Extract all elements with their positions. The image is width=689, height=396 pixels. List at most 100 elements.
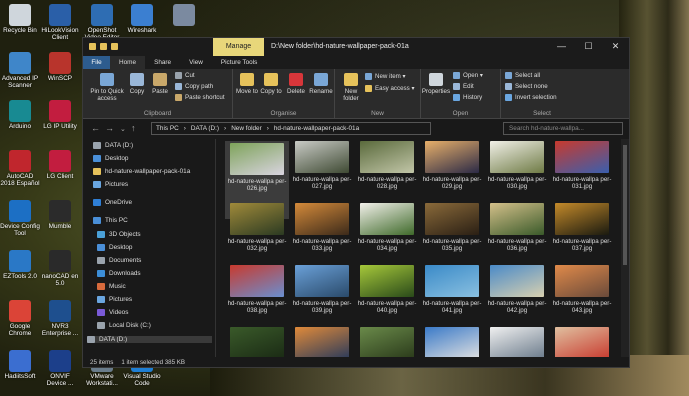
new-item-button[interactable]: New item ▾ (365, 73, 406, 80)
desktop-icon[interactable]: nanoCAD en 5.0 (40, 250, 80, 288)
sidebar-item[interactable]: Documents (97, 257, 141, 264)
address-bar[interactable]: This PC › DATA (D:) › New folder › hd-natur… (151, 122, 431, 135)
sidebar-item[interactable]: hd-nature-wallpaper-pack-01a (93, 168, 190, 175)
properties-icon[interactable] (100, 43, 107, 50)
new-folder-icon[interactable] (111, 43, 118, 50)
file-thumbnail[interactable]: hd-nature-wallpa per-038.jpg (225, 265, 289, 314)
close-button[interactable]: ✕ (602, 38, 629, 56)
new-folder-button[interactable]: New folder (339, 73, 363, 102)
file-thumbnail[interactable] (550, 327, 614, 359)
minimize-button[interactable]: — (548, 38, 575, 56)
maximize-button[interactable]: ☐ (575, 38, 602, 56)
back-arrow-icon[interactable]: ← (91, 123, 100, 133)
properties-button[interactable]: Properties (421, 73, 451, 95)
file-thumbnail[interactable] (290, 327, 354, 359)
desktop-icon[interactable]: LG Client (40, 150, 80, 180)
desktop-icon[interactable]: Device Config Tool (0, 200, 40, 238)
breadcrumb-data-d[interactable]: DATA (D:) (191, 125, 219, 132)
tab-view[interactable]: View (180, 56, 212, 69)
desktop-icon[interactable] (164, 4, 204, 27)
history-button[interactable]: History (453, 94, 482, 101)
file-thumbnail[interactable]: hd-nature-wallpa per-034.jpg (355, 203, 419, 252)
desktop-icon[interactable]: HadiitsSoft (0, 350, 40, 380)
move-to-button[interactable]: Move to (235, 73, 259, 95)
desktop-icon[interactable]: WinSCP (40, 52, 80, 82)
file-thumbnail[interactable]: hd-nature-wallpa per-027.jpg (290, 141, 354, 190)
title-bar[interactable]: Manage D:\New folder\hd-nature-wallpaper… (83, 38, 629, 56)
sidebar-item[interactable]: OneDrive (93, 199, 132, 206)
search-input[interactable]: Search hd-nature-wallpa... (503, 122, 623, 135)
file-thumbnail[interactable] (355, 327, 419, 359)
file-thumbnail[interactable]: hd-nature-wallpa per-028.jpg (355, 141, 419, 190)
manage-contextual-tab[interactable]: Manage (213, 38, 264, 56)
file-thumbnail[interactable]: hd-nature-wallpa per-030.jpg (485, 141, 549, 190)
file-thumbnail[interactable]: hd-nature-wallpa per-031.jpg (550, 141, 614, 190)
copy-to-button[interactable]: Copy to (259, 73, 283, 95)
desktop-icon[interactable]: Google Chrome (0, 300, 40, 338)
tab-share[interactable]: Share (145, 56, 180, 69)
copy-button[interactable]: Copy (127, 73, 147, 95)
paste-shortcut-button[interactable]: Paste shortcut (175, 94, 225, 101)
desktop-icon[interactable]: Advanced IP Scanner (0, 52, 40, 90)
recent-chevron-icon[interactable]: ⌄ (120, 125, 126, 133)
desktop-icon[interactable]: Wireshark (122, 4, 162, 34)
tab-file[interactable]: File (83, 56, 110, 69)
file-thumbnail[interactable]: hd-nature-wallpa per-035.jpg (420, 203, 484, 252)
tab-home[interactable]: Home (110, 56, 146, 69)
sidebar-item[interactable]: Videos (97, 309, 128, 316)
sidebar-item[interactable]: DATA (D:) (93, 142, 133, 149)
sidebar-item[interactable]: Local Disk (C:) (97, 322, 151, 329)
pin-quick-access-button[interactable]: Pin to Quick access (87, 73, 127, 102)
file-thumbnail[interactable]: hd-nature-wallpa per-039.jpg (290, 265, 354, 314)
delete-button[interactable]: Delete (285, 73, 307, 95)
open-button[interactable]: Open ▾ (453, 72, 483, 79)
file-thumbnail[interactable]: hd-nature-wallpa per-040.jpg (355, 265, 419, 314)
file-thumbnail[interactable] (485, 327, 549, 359)
desktop-icon[interactable]: Recycle Bin (0, 4, 40, 34)
sidebar-item[interactable]: DATA (D:) (87, 336, 212, 343)
file-thumbnail[interactable]: hd-nature-wallpa per-037.jpg (550, 203, 614, 252)
breadcrumb-this-pc[interactable]: This PC (156, 125, 179, 132)
sidebar-item[interactable]: Desktop (93, 155, 128, 162)
up-arrow-icon[interactable]: ↑ (131, 123, 136, 133)
vertical-scrollbar[interactable] (621, 139, 629, 359)
file-thumbnail[interactable]: hd-nature-wallpa per-032.jpg (225, 203, 289, 252)
file-thumbnail[interactable]: hd-nature-wallpa per-033.jpg (290, 203, 354, 252)
select-none-button[interactable]: Select none (505, 83, 548, 90)
desktop-icon[interactable]: ONVIF Device ... (40, 350, 80, 388)
desktop-icon[interactable]: LG IP Utility (40, 100, 80, 130)
desktop-icon[interactable]: HiLookVision Client (40, 4, 80, 42)
tab-picture-tools[interactable]: Picture Tools (212, 56, 266, 69)
cut-button[interactable]: Cut (175, 72, 195, 79)
file-thumbnail[interactable]: hd-nature-wallpa per-042.jpg (485, 265, 549, 314)
select-all-button[interactable]: Select all (505, 72, 540, 79)
desktop-icon[interactable]: Mumble (40, 200, 80, 230)
sidebar-item[interactable]: Music (97, 283, 126, 290)
breadcrumb-new-folder[interactable]: New folder (231, 125, 262, 132)
sidebar-item[interactable]: Pictures (97, 296, 132, 303)
sidebar-item[interactable]: This PC (93, 217, 128, 224)
paste-button[interactable]: Paste (149, 73, 171, 95)
file-explorer-window[interactable]: Manage D:\New folder\hd-nature-wallpaper… (82, 37, 630, 368)
sidebar-item[interactable]: Desktop (97, 244, 132, 251)
sidebar-item[interactable]: 3D Objects (97, 231, 141, 238)
file-thumbnail[interactable] (225, 327, 289, 359)
invert-selection-button[interactable]: Invert selection (505, 94, 557, 101)
rename-button[interactable]: Rename (309, 73, 333, 95)
file-thumbnail[interactable]: hd-nature-wallpa per-036.jpg (485, 203, 549, 252)
sidebar-item[interactable]: Pictures (93, 181, 128, 188)
desktop-icon[interactable]: AutoCAD 2018 Español (0, 150, 40, 188)
forward-arrow-icon[interactable]: → (105, 123, 114, 133)
copy-path-button[interactable]: Copy path (175, 83, 213, 90)
file-thumbnail[interactable]: hd-nature-wallpa per-029.jpg (420, 141, 484, 190)
easy-access-button[interactable]: Easy access ▾ (365, 85, 415, 92)
file-thumbnail[interactable]: hd-nature-wallpa per-043.jpg (550, 265, 614, 314)
breadcrumb-current-folder[interactable]: hd-nature-wallpaper-pack-01a (274, 125, 359, 132)
sidebar-item[interactable]: Downloads (97, 270, 141, 277)
edit-button[interactable]: Edit (453, 83, 474, 90)
scrollbar-thumb[interactable] (623, 145, 627, 265)
desktop-icon[interactable]: Arduino (0, 100, 40, 130)
file-thumbnail[interactable] (420, 327, 484, 359)
desktop-icon[interactable]: EZTools 2.0 (0, 250, 40, 280)
file-thumbnail[interactable]: hd-nature-wallpa per-041.jpg (420, 265, 484, 314)
